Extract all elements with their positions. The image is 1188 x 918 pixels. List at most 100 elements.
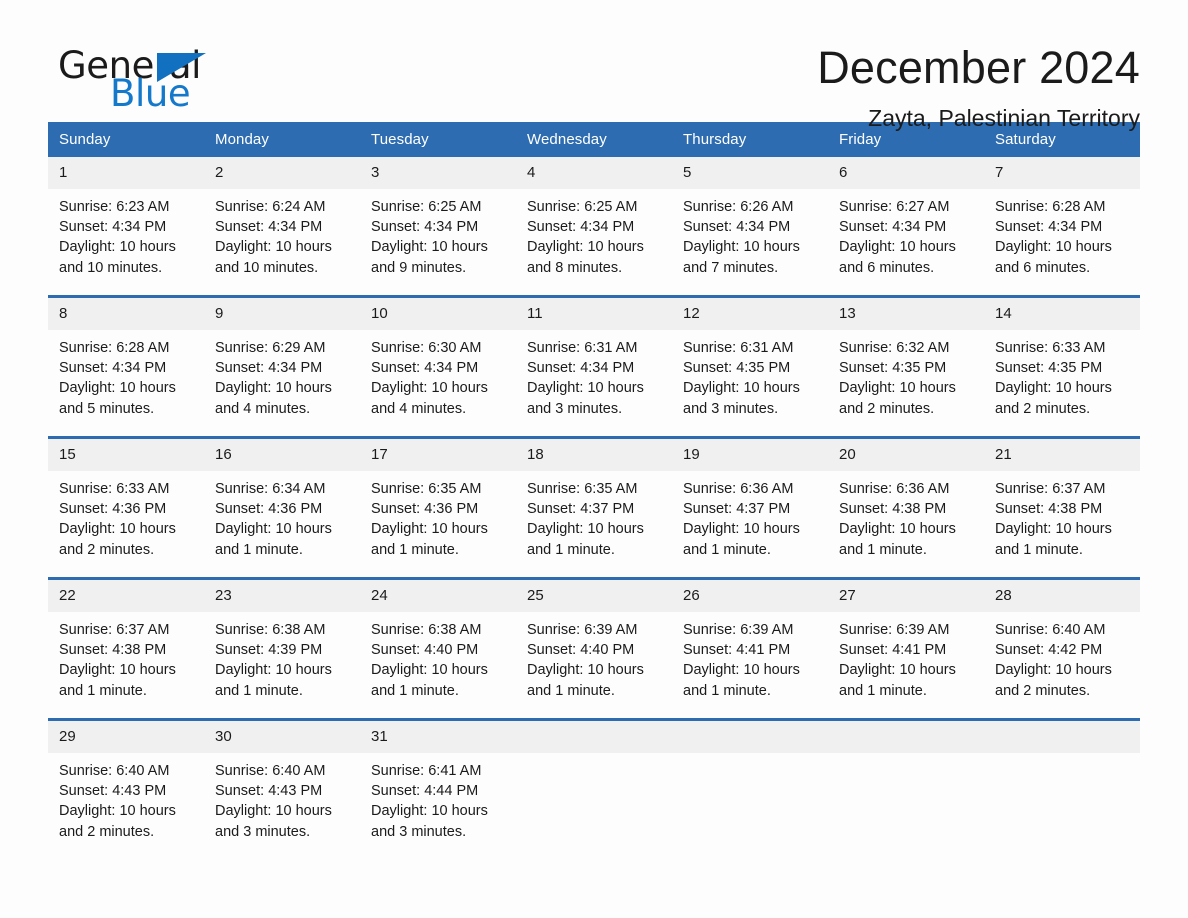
sunrise-text: Sunrise: 6:41 AM xyxy=(371,763,482,779)
calendar-day-cell[interactable]: 8 Sunrise: 6:28 AM Sunset: 4:34 PM Daylight… xyxy=(48,298,204,420)
calendar-day-cell[interactable]: 10 Sunrise: 6:30 AM Sunset: 4:34 PM Dayligh… xyxy=(360,298,516,420)
week-gap xyxy=(48,561,1140,577)
day-number: 6 xyxy=(828,157,984,189)
logo-text-blue: Blue xyxy=(110,72,191,115)
calendar-day-cell[interactable]: 5 Sunrise: 6:26 AM Sunset: 4:34 PM Daylight… xyxy=(672,157,828,279)
calendar-day-cell[interactable]: 20 Sunrise: 6:36 AM Sunset: 4:38 PM Dayligh… xyxy=(828,439,984,561)
day-details: Sunrise: 6:37 AM Sunset: 4:38 PM Daylight:… xyxy=(984,471,1140,561)
calendar-day-cell[interactable]: 19 Sunrise: 6:36 AM Sunset: 4:37 PM Dayligh… xyxy=(672,439,828,561)
sunrise-text: Sunrise: 6:25 AM xyxy=(371,199,482,215)
sunrise-text: Sunrise: 6:26 AM xyxy=(683,199,794,215)
calendar-table: Sunday Monday Tuesday Wednesday Thursday… xyxy=(48,122,1140,843)
sunrise-text: Sunrise: 6:40 AM xyxy=(995,622,1106,638)
calendar-day-cell[interactable]: 25 Sunrise: 6:39 AM Sunset: 4:40 PM Dayligh… xyxy=(516,580,672,702)
daylight-text-line1: Daylight: 10 hours xyxy=(215,662,332,679)
daylight-text-line1: Daylight: 10 hours xyxy=(527,239,644,256)
daylight-text-line2: and 1 minute. xyxy=(839,541,927,558)
calendar-day-cell[interactable]: 18 Sunrise: 6:35 AM Sunset: 4:37 PM Dayligh… xyxy=(516,439,672,561)
sunset-text: Sunset: 4:34 PM xyxy=(59,360,167,377)
weekday-header-monday: Monday xyxy=(204,122,360,157)
day-details: Sunrise: 6:35 AM Sunset: 4:36 PM Daylight:… xyxy=(360,471,516,561)
sunset-text: Sunset: 4:36 PM xyxy=(371,501,479,518)
day-details: Sunrise: 6:38 AM Sunset: 4:40 PM Daylight:… xyxy=(360,612,516,702)
daylight-text-line1: Daylight: 10 hours xyxy=(215,521,332,538)
day-details: Sunrise: 6:37 AM Sunset: 4:38 PM Daylight:… xyxy=(48,612,204,702)
calendar-empty-cell xyxy=(828,721,984,843)
day-details xyxy=(672,753,828,843)
calendar-empty-cell xyxy=(672,721,828,843)
calendar-day-cell[interactable]: 7 Sunrise: 6:28 AM Sunset: 4:34 PM Daylight… xyxy=(984,157,1140,279)
calendar-day-cell[interactable]: 2 Sunrise: 6:24 AM Sunset: 4:34 PM Daylight… xyxy=(204,157,360,279)
day-details: Sunrise: 6:38 AM Sunset: 4:39 PM Daylight:… xyxy=(204,612,360,702)
calendar-day-cell[interactable]: 16 Sunrise: 6:34 AM Sunset: 4:36 PM Dayligh… xyxy=(204,439,360,561)
sunset-text: Sunset: 4:44 PM xyxy=(371,783,479,800)
week-gap xyxy=(48,702,1140,718)
calendar-day-cell[interactable]: 22 Sunrise: 6:37 AM Sunset: 4:38 PM Dayligh… xyxy=(48,580,204,702)
daylight-text-line1: Daylight: 10 hours xyxy=(215,380,332,397)
calendar-week-row: 1 Sunrise: 6:23 AM Sunset: 4:34 PM Daylight… xyxy=(48,157,1140,279)
daylight-text-line2: and 7 minutes. xyxy=(683,259,779,276)
day-number: 1 xyxy=(48,157,204,189)
sunset-text: Sunset: 4:36 PM xyxy=(59,501,167,518)
calendar-day-cell[interactable]: 6 Sunrise: 6:27 AM Sunset: 4:34 PM Daylight… xyxy=(828,157,984,279)
daylight-text-line1: Daylight: 10 hours xyxy=(59,380,176,397)
daylight-text-line1: Daylight: 10 hours xyxy=(683,521,800,538)
sunrise-text: Sunrise: 6:33 AM xyxy=(995,340,1106,356)
calendar-day-cell[interactable]: 24 Sunrise: 6:38 AM Sunset: 4:40 PM Dayligh… xyxy=(360,580,516,702)
week-gap xyxy=(48,420,1140,436)
daylight-text-line2: and 3 minutes. xyxy=(215,823,311,840)
calendar-day-cell[interactable]: 31 Sunrise: 6:41 AM Sunset: 4:44 PM Dayligh… xyxy=(360,721,516,843)
daylight-text-line2: and 1 minute. xyxy=(59,682,147,699)
calendar-day-cell[interactable]: 15 Sunrise: 6:33 AM Sunset: 4:36 PM Dayligh… xyxy=(48,439,204,561)
daylight-text-line2: and 1 minute. xyxy=(683,682,771,699)
sunset-text: Sunset: 4:35 PM xyxy=(995,360,1103,377)
sunset-text: Sunset: 4:41 PM xyxy=(839,642,947,659)
calendar-week-row: 15 Sunrise: 6:33 AM Sunset: 4:36 PM Dayligh… xyxy=(48,439,1140,561)
day-number: 17 xyxy=(360,439,516,471)
day-number: 14 xyxy=(984,298,1140,330)
daylight-text-line2: and 1 minute. xyxy=(683,541,771,558)
sunrise-text: Sunrise: 6:39 AM xyxy=(683,622,794,638)
calendar-day-cell[interactable]: 17 Sunrise: 6:35 AM Sunset: 4:36 PM Dayligh… xyxy=(360,439,516,561)
day-details: Sunrise: 6:27 AM Sunset: 4:34 PM Daylight:… xyxy=(828,189,984,279)
day-details xyxy=(984,753,1140,843)
sunset-text: Sunset: 4:34 PM xyxy=(215,360,323,377)
calendar-day-cell[interactable]: 27 Sunrise: 6:39 AM Sunset: 4:41 PM Dayligh… xyxy=(828,580,984,702)
sunrise-text: Sunrise: 6:36 AM xyxy=(683,481,794,497)
daylight-text-line2: and 1 minute. xyxy=(371,541,459,558)
day-details: Sunrise: 6:28 AM Sunset: 4:34 PM Daylight:… xyxy=(48,330,204,420)
calendar-day-cell[interactable]: 9 Sunrise: 6:29 AM Sunset: 4:34 PM Daylight… xyxy=(204,298,360,420)
calendar-day-cell[interactable]: 21 Sunrise: 6:37 AM Sunset: 4:38 PM Dayligh… xyxy=(984,439,1140,561)
sunrise-text: Sunrise: 6:37 AM xyxy=(995,481,1106,497)
calendar-day-cell[interactable]: 14 Sunrise: 6:33 AM Sunset: 4:35 PM Dayligh… xyxy=(984,298,1140,420)
day-number: 5 xyxy=(672,157,828,189)
sunset-text: Sunset: 4:35 PM xyxy=(683,360,791,377)
calendar-week-row: 29 Sunrise: 6:40 AM Sunset: 4:43 PM Dayligh… xyxy=(48,721,1140,843)
calendar-day-cell[interactable]: 26 Sunrise: 6:39 AM Sunset: 4:41 PM Dayligh… xyxy=(672,580,828,702)
calendar-day-cell[interactable]: 11 Sunrise: 6:31 AM Sunset: 4:34 PM Dayligh… xyxy=(516,298,672,420)
daylight-text-line2: and 1 minute. xyxy=(215,541,303,558)
title-block: December 2024 Zayta, Palestinian Territo… xyxy=(817,42,1140,132)
calendar-day-cell[interactable]: 28 Sunrise: 6:40 AM Sunset: 4:42 PM Dayligh… xyxy=(984,580,1140,702)
week-gap-cell xyxy=(48,420,1140,436)
day-number xyxy=(984,721,1140,753)
calendar-day-cell[interactable]: 23 Sunrise: 6:38 AM Sunset: 4:39 PM Dayligh… xyxy=(204,580,360,702)
day-details: Sunrise: 6:24 AM Sunset: 4:34 PM Daylight:… xyxy=(204,189,360,279)
day-number xyxy=(672,721,828,753)
daylight-text-line2: and 1 minute. xyxy=(839,682,927,699)
calendar-day-cell[interactable]: 4 Sunrise: 6:25 AM Sunset: 4:34 PM Daylight… xyxy=(516,157,672,279)
daylight-text-line1: Daylight: 10 hours xyxy=(371,521,488,538)
sunrise-text: Sunrise: 6:35 AM xyxy=(371,481,482,497)
sunset-text: Sunset: 4:43 PM xyxy=(215,783,323,800)
sunset-text: Sunset: 4:43 PM xyxy=(59,783,167,800)
calendar-day-cell[interactable]: 12 Sunrise: 6:31 AM Sunset: 4:35 PM Dayligh… xyxy=(672,298,828,420)
calendar-day-cell[interactable]: 30 Sunrise: 6:40 AM Sunset: 4:43 PM Dayligh… xyxy=(204,721,360,843)
day-number: 10 xyxy=(360,298,516,330)
calendar-day-cell[interactable]: 29 Sunrise: 6:40 AM Sunset: 4:43 PM Dayligh… xyxy=(48,721,204,843)
day-number: 27 xyxy=(828,580,984,612)
calendar-day-cell[interactable]: 1 Sunrise: 6:23 AM Sunset: 4:34 PM Daylight… xyxy=(48,157,204,279)
day-details: Sunrise: 6:39 AM Sunset: 4:41 PM Daylight:… xyxy=(672,612,828,702)
calendar-day-cell[interactable]: 13 Sunrise: 6:32 AM Sunset: 4:35 PM Dayligh… xyxy=(828,298,984,420)
calendar-day-cell[interactable]: 3 Sunrise: 6:25 AM Sunset: 4:34 PM Daylight… xyxy=(360,157,516,279)
day-number: 28 xyxy=(984,580,1140,612)
